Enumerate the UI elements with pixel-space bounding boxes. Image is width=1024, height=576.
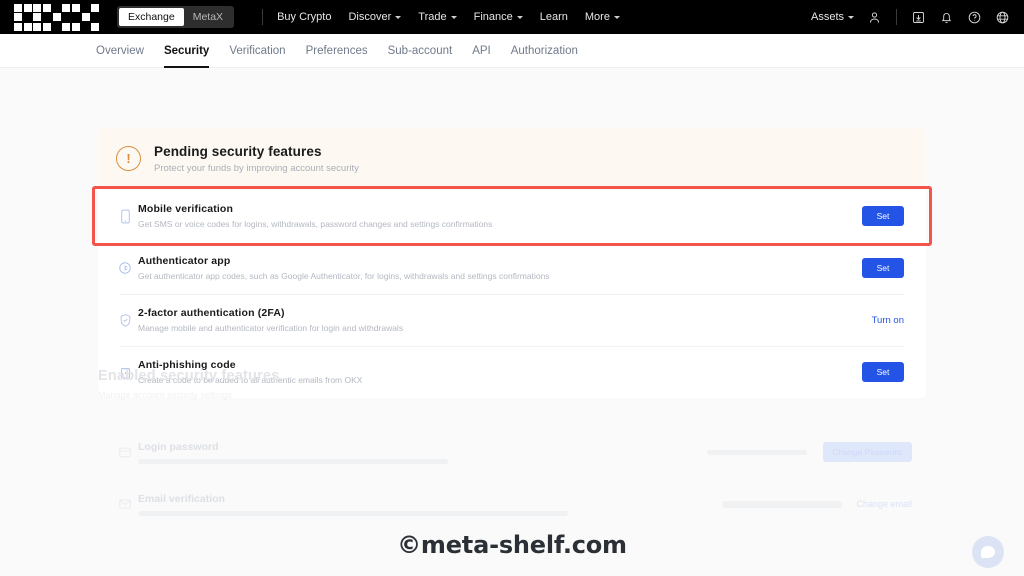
segment-metax[interactable]: MetaX — [184, 8, 232, 26]
download-icon[interactable] — [911, 10, 926, 25]
nav-item-learn[interactable]: Learn — [540, 11, 568, 23]
row-description-placeholder — [138, 458, 448, 464]
row-two-factor-authentication[interactable]: 2-factor authentication (2FA) Manage mob… — [98, 294, 926, 346]
row-text: 2-factor authentication (2FA) Manage mob… — [138, 307, 872, 333]
nav-label: Buy Crypto — [277, 11, 332, 23]
turn-on-link-2fa[interactable]: Turn on — [872, 315, 904, 326]
account-subnav: Overview Security Verification Preferenc… — [0, 34, 1024, 68]
enabled-security-panel: Enabled security features Manage account… — [98, 368, 926, 530]
subnav-item-verification[interactable]: Verification — [229, 34, 285, 68]
warning-icon: ! — [116, 146, 141, 171]
row-login-password[interactable]: Login password Change Password — [98, 426, 926, 478]
header-divider-2 — [896, 9, 897, 25]
chevron-down-icon — [516, 16, 523, 19]
nav-item-trade[interactable]: Trade — [418, 11, 457, 23]
header-divider — [262, 9, 264, 25]
nav-item-buy-crypto[interactable]: Buy Crypto — [277, 11, 331, 23]
row-description: Get SMS or voice codes for logins, withd… — [138, 218, 493, 229]
row-text: Login password — [138, 441, 707, 464]
chevron-down-icon — [395, 16, 402, 19]
nav-label: Discover — [348, 11, 392, 23]
row-description-placeholder — [138, 510, 568, 516]
assets-label: Assets — [810, 11, 844, 23]
nav-label: Trade — [418, 11, 447, 23]
row-description: Manage mobile and authenticator verifica… — [138, 322, 404, 333]
row-text: Mobile verification Get SMS or voice cod… — [138, 203, 862, 229]
chevron-down-icon — [450, 16, 457, 19]
set-button-authenticator-app[interactable]: Set — [862, 258, 904, 278]
nav-item-finance[interactable]: Finance — [474, 11, 523, 23]
pending-banner: ! Pending security features Protect your… — [98, 128, 926, 190]
pending-security-panel: ! Pending security features Protect your… — [92, 128, 932, 398]
row-title: Mobile verification — [138, 203, 234, 216]
segment-exchange[interactable]: Exchange — [119, 8, 184, 26]
watermark: ©meta-shelf.com — [397, 531, 627, 559]
okx-logo[interactable] — [14, 3, 99, 31]
subnav-item-security[interactable]: Security — [163, 34, 210, 68]
banner-title: Pending security features — [154, 144, 322, 159]
shield-check-icon — [112, 313, 138, 328]
nav-item-discover[interactable]: Discover — [348, 11, 402, 23]
row-authenticator-app[interactable]: Authenticator app Get authenticator app … — [98, 242, 926, 294]
row-title: Authenticator app — [138, 255, 231, 268]
page-body: ! Pending security features Protect your… — [0, 68, 1024, 576]
row-title: 2-factor authentication (2FA) — [138, 307, 285, 320]
enabled-section-subtitle: Manage account security settings — [98, 390, 232, 400]
row-mobile-verification[interactable]: Mobile verification Get SMS or voice cod… — [98, 190, 926, 242]
okx-logo-glyph — [14, 3, 41, 31]
nav-label: More — [584, 11, 610, 23]
top-navigation-bar: Exchange MetaX Buy Crypto Discover Trade… — [0, 0, 1024, 34]
value-placeholder — [722, 500, 843, 508]
globe-icon[interactable] — [995, 10, 1010, 25]
authenticator-icon — [112, 261, 138, 275]
mobile-phone-icon — [112, 209, 138, 224]
enabled-features-card: Login password Change Password Email ver… — [98, 426, 926, 530]
mobile-verification-row-wrapper: Mobile verification Get SMS or voice cod… — [92, 186, 932, 246]
nav-label: Learn — [539, 11, 568, 23]
chevron-down-icon — [848, 16, 854, 19]
nav-item-more[interactable]: More — [585, 11, 620, 23]
enabled-section-title: Enabled security features — [98, 368, 280, 384]
row-text: Authenticator app Get authenticator app … — [138, 255, 862, 281]
row-email-verification[interactable]: Email verification Change email — [98, 478, 926, 530]
email-icon — [112, 498, 138, 510]
okx-logo-glyph-2 — [43, 3, 70, 31]
assets-menu[interactable]: Assets — [811, 11, 854, 23]
value-placeholder — [706, 449, 807, 455]
pending-features-card: Mobile verification Get SMS or voice cod… — [92, 186, 932, 398]
main-nav: Buy Crypto Discover Trade Finance Learn … — [277, 11, 620, 23]
chevron-down-icon — [613, 16, 620, 19]
help-icon[interactable] — [967, 10, 982, 25]
okx-logo-glyph-3 — [72, 3, 99, 31]
subnav-item-overview[interactable]: Overview — [96, 34, 144, 68]
row-text: Email verification — [138, 493, 722, 516]
header-right-actions: Assets — [811, 9, 1010, 25]
row-description: Get authenticator app codes, such as Goo… — [138, 270, 550, 281]
password-card-icon — [112, 446, 138, 459]
subnav-item-sub-account[interactable]: Sub-account — [388, 34, 453, 68]
change-email-link[interactable]: Change email — [856, 499, 912, 509]
row-title: Login password — [138, 440, 219, 453]
nav-label: Finance — [473, 11, 513, 23]
platform-switcher[interactable]: Exchange MetaX — [117, 6, 235, 28]
row-title: Email verification — [138, 492, 225, 505]
user-icon[interactable] — [867, 10, 882, 25]
set-button-mobile-verification[interactable]: Set — [862, 206, 904, 226]
subnav-item-preferences[interactable]: Preferences — [306, 34, 368, 68]
bell-icon[interactable] — [939, 10, 954, 25]
subnav-item-authorization[interactable]: Authorization — [511, 34, 578, 68]
change-password-button[interactable]: Change Password — [822, 442, 912, 462]
subnav-item-api[interactable]: API — [472, 34, 491, 68]
banner-subtitle: Protect your funds by improving account … — [154, 163, 359, 174]
